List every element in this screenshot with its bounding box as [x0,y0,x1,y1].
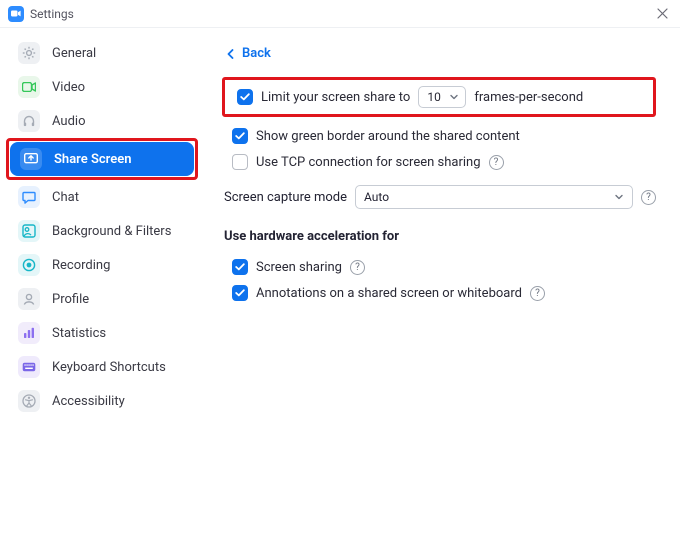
limit-fps-label-suffix: frames-per-second [474,90,583,105]
share-screen-icon [20,148,42,170]
hw-accel-heading: Use hardware acceleration for [222,229,656,244]
keyboard-icon [18,356,40,378]
sidebar-item-statistics[interactable]: Statistics [8,316,196,350]
recording-icon [18,254,40,276]
option-tcp: Use TCP connection for screen sharing ? [222,149,656,175]
sidebar-item-label: Recording [52,258,110,273]
sidebar-item-label: Keyboard Shortcuts [52,360,166,375]
checkbox-tcp[interactable] [232,154,248,170]
option-hw-screen-sharing: Screen sharing ? [222,254,656,280]
help-icon[interactable]: ? [530,286,545,301]
limit-fps-label-prefix: Limit your screen share to [261,90,410,105]
checkbox-hw-screen-sharing[interactable] [232,259,248,275]
sidebar-item-share-screen[interactable]: Share Screen [10,142,194,176]
option-hw-annotations: Annotations on a shared screen or whiteb… [222,280,656,306]
gear-icon [18,42,40,64]
highlight-box-sidebar: Share Screen [6,138,198,180]
content-pane: Back Limit your screen share to 10 frame… [200,28,680,560]
capture-mode-value: Auto [364,190,389,204]
green-border-label: Show green border around the shared cont… [256,129,520,144]
highlight-box-fps: Limit your screen share to 10 frames-per… [222,77,656,117]
sidebar-item-chat[interactable]: Chat [8,180,196,214]
fps-select[interactable]: 10 [418,86,466,108]
sidebar-item-background-filters[interactable]: Background & Filters [8,214,196,248]
chat-icon [18,186,40,208]
checkbox-green-border[interactable] [232,128,248,144]
window-titlebar: Settings [0,0,680,28]
sidebar-item-label: Video [52,80,85,95]
option-limit-fps: Limit your screen share to 10 frames-per… [227,84,647,110]
fps-value: 10 [427,90,441,104]
chevron-down-icon [614,192,624,202]
checkbox-limit-fps[interactable] [237,89,253,105]
app-icon [8,6,24,22]
sidebar-item-label: Audio [52,114,85,129]
sidebar-item-label: Share Screen [54,152,131,167]
profile-icon [18,288,40,310]
video-icon [18,76,40,98]
sidebar-item-general[interactable]: General [8,36,196,70]
sidebar: General Video Audio Share Screen [0,28,200,560]
help-icon[interactable]: ? [489,155,504,170]
tcp-label: Use TCP connection for screen sharing [256,155,481,170]
hw-annotations-label: Annotations on a shared screen or whiteb… [256,286,522,301]
sidebar-item-audio[interactable]: Audio [8,104,196,138]
sidebar-item-label: Statistics [52,326,106,341]
headphones-icon [18,110,40,132]
sidebar-item-label: Background & Filters [52,224,171,239]
checkbox-hw-annotations[interactable] [232,285,248,301]
sidebar-item-label: General [52,46,96,61]
sidebar-item-label: Chat [52,190,79,205]
back-label: Back [242,46,271,61]
sidebar-item-label: Profile [52,292,89,307]
capture-mode-row: Screen capture mode Auto ? [222,185,656,209]
help-icon[interactable]: ? [350,260,365,275]
sidebar-item-video[interactable]: Video [8,70,196,104]
chevron-down-icon [449,92,459,102]
hw-screen-sharing-label: Screen sharing [256,260,342,275]
sidebar-item-keyboard-shortcuts[interactable]: Keyboard Shortcuts [8,350,196,384]
background-icon [18,220,40,242]
accessibility-icon [18,390,40,412]
capture-mode-label: Screen capture mode [224,190,347,205]
statistics-icon [18,322,40,344]
close-button[interactable] [652,4,672,24]
capture-mode-select[interactable]: Auto [355,185,633,209]
sidebar-item-accessibility[interactable]: Accessibility [8,384,196,418]
sidebar-item-recording[interactable]: Recording [8,248,196,282]
window-title: Settings [30,7,74,21]
back-link[interactable]: Back [222,46,271,61]
chevron-left-icon [226,49,236,59]
option-green-border: Show green border around the shared cont… [222,123,656,149]
sidebar-item-label: Accessibility [52,394,125,409]
help-icon[interactable]: ? [641,190,656,205]
sidebar-item-profile[interactable]: Profile [8,282,196,316]
